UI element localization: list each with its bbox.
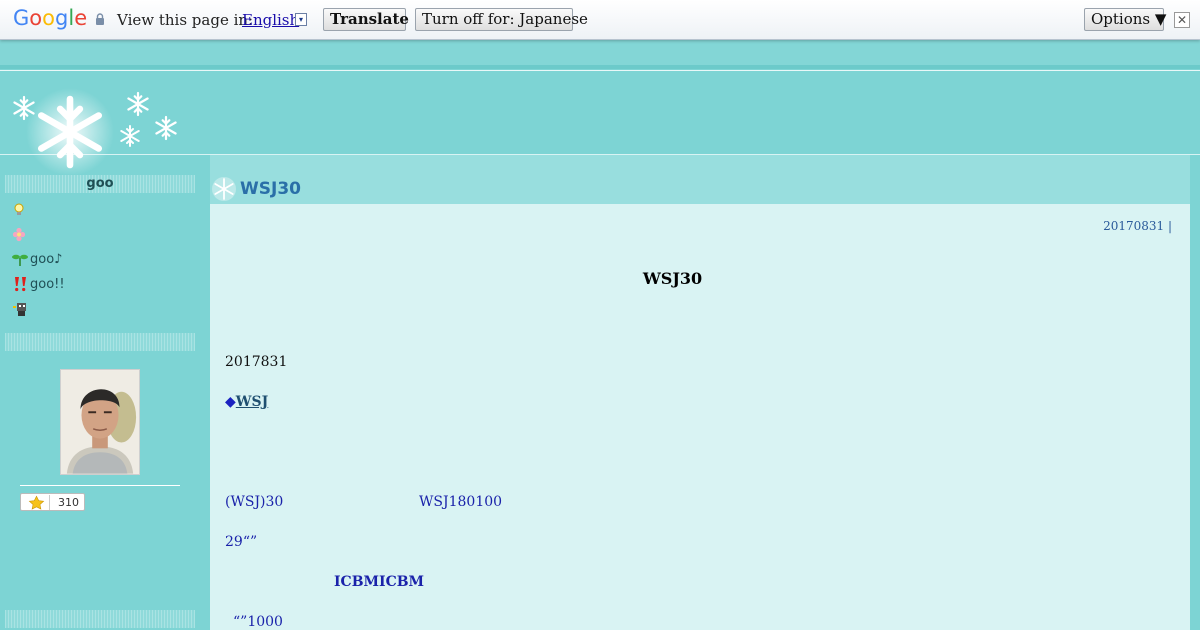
post-heading: WSJ30 (642, 269, 703, 288)
entry-header (210, 155, 1190, 204)
language-select[interactable]: English (242, 11, 299, 29)
flower-icon (12, 227, 26, 242)
sprout-icon (12, 254, 28, 266)
post-date: 20170831 | (1103, 219, 1172, 233)
star-button[interactable]: 310 (20, 493, 85, 511)
body-text: 29“” (225, 534, 258, 550)
entry-body (210, 204, 1190, 630)
double-exclamation-icon (15, 277, 26, 292)
close-icon[interactable]: ✕ (1174, 12, 1190, 28)
sidebar-section-bar (5, 333, 195, 351)
sidebar-item-robot[interactable] (12, 301, 30, 319)
google-logo: Google (13, 6, 88, 30)
view-page-label: View this page in: (117, 11, 254, 29)
sidebar-bottom-bar (5, 610, 195, 628)
sidebar-item-flower[interactable] (12, 227, 30, 245)
sidebar-item-sprout[interactable]: goo♪ (12, 251, 62, 269)
robot-icon (13, 303, 26, 316)
star-count: 310 (58, 496, 79, 509)
diamond-bullet-icon: ◆ (225, 394, 236, 410)
sidebar-item-lightbulb[interactable] (12, 202, 30, 220)
body-text: (WSJ)30 (225, 494, 284, 510)
sidebar: goo goo♪ goo!! 310 (0, 155, 200, 630)
sidebar-item-exclamation[interactable]: goo!! (12, 276, 65, 294)
lock-icon (96, 13, 104, 25)
header-strip (0, 40, 1200, 65)
lightbulb-icon (14, 203, 24, 215)
entry-title[interactable]: WSJ30 (240, 179, 301, 199)
source-link[interactable]: ◆WSJ (225, 394, 268, 410)
article-date: 2017831 (225, 354, 288, 370)
translate-bar: Google View this page in: English ▾ Tran… (0, 0, 1200, 40)
translate-button[interactable]: Translate (323, 8, 409, 31)
header-divider (0, 65, 1200, 69)
body-text: “”1000 (233, 614, 283, 630)
language-dropdown-arrow[interactable]: ▾ (295, 13, 307, 26)
star-icon (28, 495, 50, 510)
profile-divider (20, 485, 180, 486)
source-link-text[interactable]: WSJ (236, 394, 268, 410)
profile-photo[interactable] (60, 369, 140, 475)
options-button[interactable]: Options ▼ (1084, 8, 1166, 31)
sidebar-title: goo (86, 176, 114, 191)
body-text: WSJ180100 (419, 494, 503, 510)
body-text-bold: ICBMICBM (334, 574, 425, 590)
turn-off-button[interactable]: Turn off for: Japanese (415, 8, 588, 31)
snowflake-icon (212, 177, 236, 201)
